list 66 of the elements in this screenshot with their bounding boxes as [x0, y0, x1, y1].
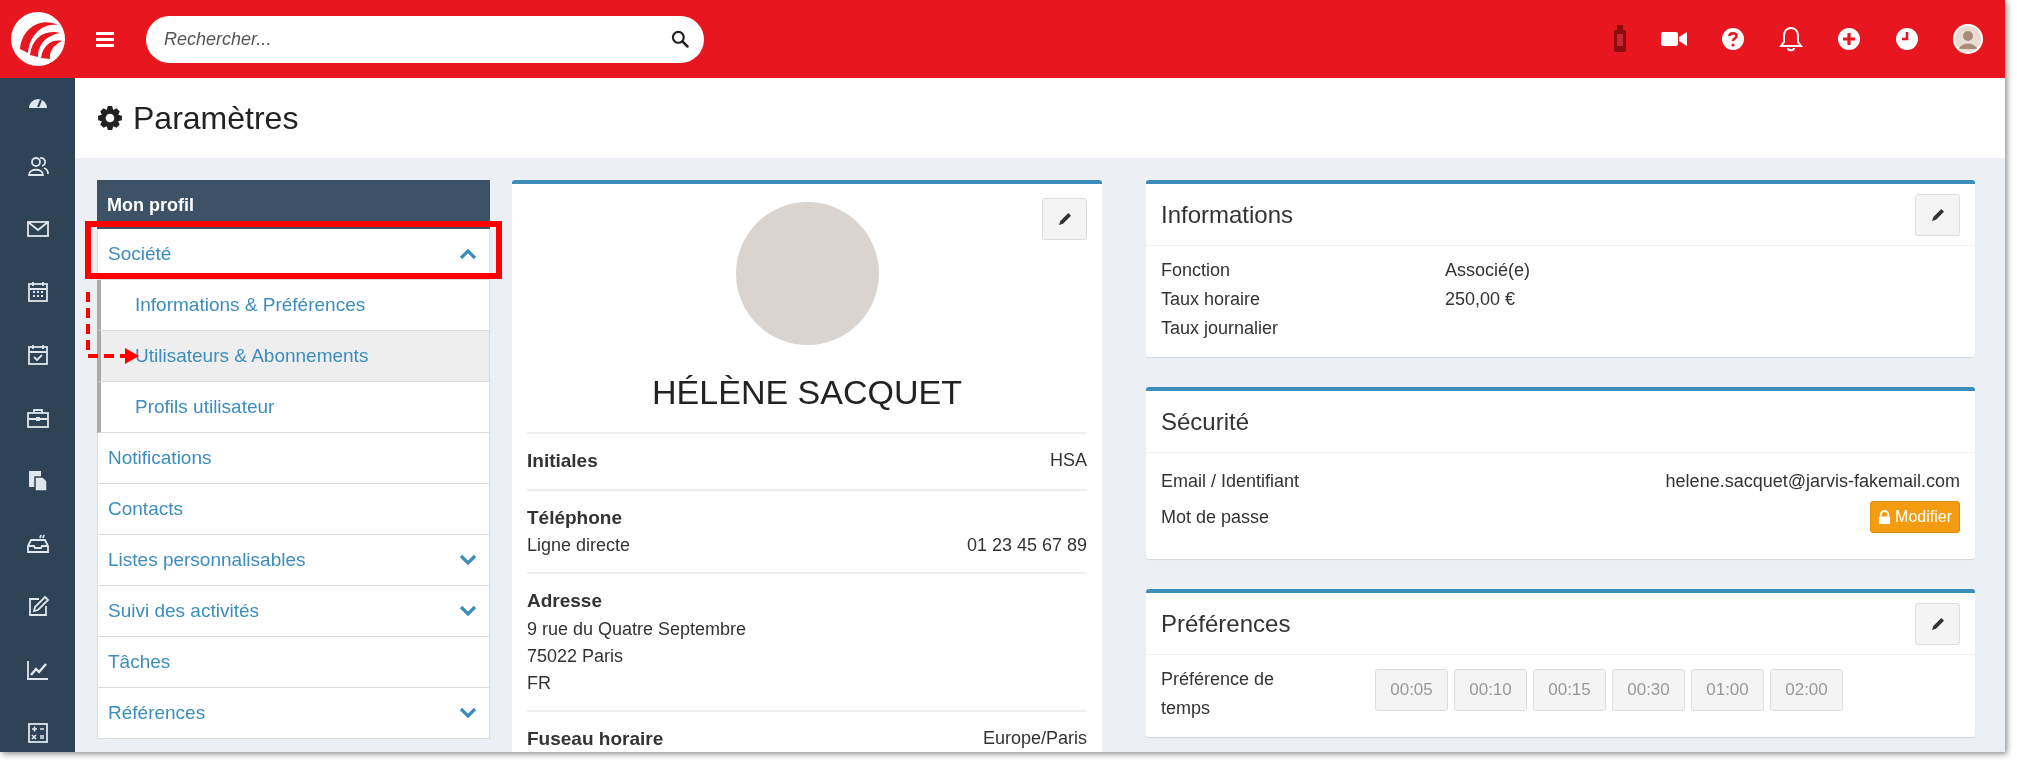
- calculator-icon[interactable]: [25, 721, 50, 745]
- menu-item[interactable]: Suivi des activités: [97, 586, 490, 637]
- field-label: Fonction: [1161, 259, 1232, 282]
- inbox-icon[interactable]: [25, 532, 50, 556]
- help-icon[interactable]: [1721, 27, 1745, 51]
- address-line: 9 rue du Quatre Septembre: [527, 617, 748, 641]
- page-title: Paramètres: [133, 99, 299, 138]
- field-label: Email / Identifiant: [1161, 469, 1300, 493]
- calendar-icon[interactable]: [25, 280, 50, 304]
- field-label: Téléphone: [527, 505, 623, 530]
- line-chart-icon[interactable]: [25, 658, 50, 682]
- address-line: 75022 Paris: [527, 644, 625, 668]
- edit-button[interactable]: [1042, 198, 1087, 240]
- search-icon[interactable]: [670, 28, 690, 49]
- time-option-button[interactable]: 00:05: [1375, 669, 1448, 711]
- time-option-button[interactable]: 01:00: [1691, 669, 1764, 711]
- calendar-check-icon[interactable]: [25, 343, 50, 367]
- clock-icon[interactable]: [1895, 27, 1919, 51]
- address-line: FR: [527, 671, 552, 695]
- field-label: Taux horaire: [1161, 288, 1262, 311]
- field-value: helene.sacquet@jarvis-fakemail.com: [1665, 469, 1960, 493]
- menu-item[interactable]: Listes personnalisables: [97, 535, 490, 586]
- menu-item[interactable]: Contacts: [97, 484, 490, 535]
- menu-icon[interactable]: [96, 31, 114, 47]
- menu-item[interactable]: Références: [97, 688, 490, 739]
- card-title: Préférences: [1161, 608, 1291, 639]
- field-label: Ligne directe: [527, 534, 631, 557]
- submenu-item[interactable]: Utilisateurs & Abonnements: [97, 331, 490, 382]
- logo-icon[interactable]: [8, 9, 68, 69]
- edit-button[interactable]: [1915, 193, 1960, 236]
- settings-icon: [97, 105, 123, 131]
- card-title: Sécurité: [1161, 406, 1250, 437]
- bell-icon[interactable]: [1779, 26, 1803, 52]
- lock-icon: [1878, 509, 1892, 525]
- time-option-button[interactable]: 00:10: [1454, 669, 1527, 711]
- time-option-button[interactable]: 00:15: [1533, 669, 1606, 711]
- field-label: Fuseau horaire: [527, 726, 664, 751]
- submenu-item[interactable]: Informations & Préférences: [97, 280, 490, 331]
- edit-button[interactable]: [1915, 602, 1960, 645]
- pencil-icon: [1929, 206, 1946, 223]
- modify-button[interactable]: Modifier: [1870, 501, 1960, 533]
- field-label: Taux journalier: [1161, 317, 1280, 340]
- pencil-icon: [1929, 615, 1946, 632]
- users-icon[interactable]: [25, 154, 50, 178]
- field-value: 01 23 45 67 89: [966, 534, 1087, 557]
- search-field[interactable]: Rechercher...: [146, 15, 704, 63]
- field-label: Mot de passe: [1161, 505, 1270, 529]
- field-value: Europe/Paris: [982, 726, 1087, 750]
- add-icon[interactable]: [1837, 27, 1861, 51]
- video-camera-icon[interactable]: [1661, 29, 1687, 49]
- card-title: Informations: [1161, 199, 1294, 230]
- user-avatar-icon[interactable]: [1953, 24, 1983, 54]
- field-value: Associé(e): [1445, 259, 1531, 282]
- field-value: 250,00 €: [1445, 288, 1516, 311]
- pencil-icon: [1056, 211, 1073, 227]
- menu-item[interactable]: Tâches: [97, 637, 490, 688]
- briefcase-icon[interactable]: [25, 406, 50, 430]
- time-option-button[interactable]: 00:30: [1612, 669, 1685, 711]
- field-value: HSA: [1050, 449, 1087, 472]
- field-label: Adresse: [527, 589, 603, 613]
- field-label: Préférence de temps: [1161, 668, 1276, 720]
- profile-name: HÉLÈNE SACQUET: [651, 372, 963, 413]
- field-label: Initiales: [527, 449, 598, 473]
- time-option-button[interactable]: 02:00: [1770, 669, 1843, 711]
- menu-item[interactable]: Notifications: [97, 433, 490, 484]
- submenu-item[interactable]: Profils utilisateur: [97, 382, 490, 433]
